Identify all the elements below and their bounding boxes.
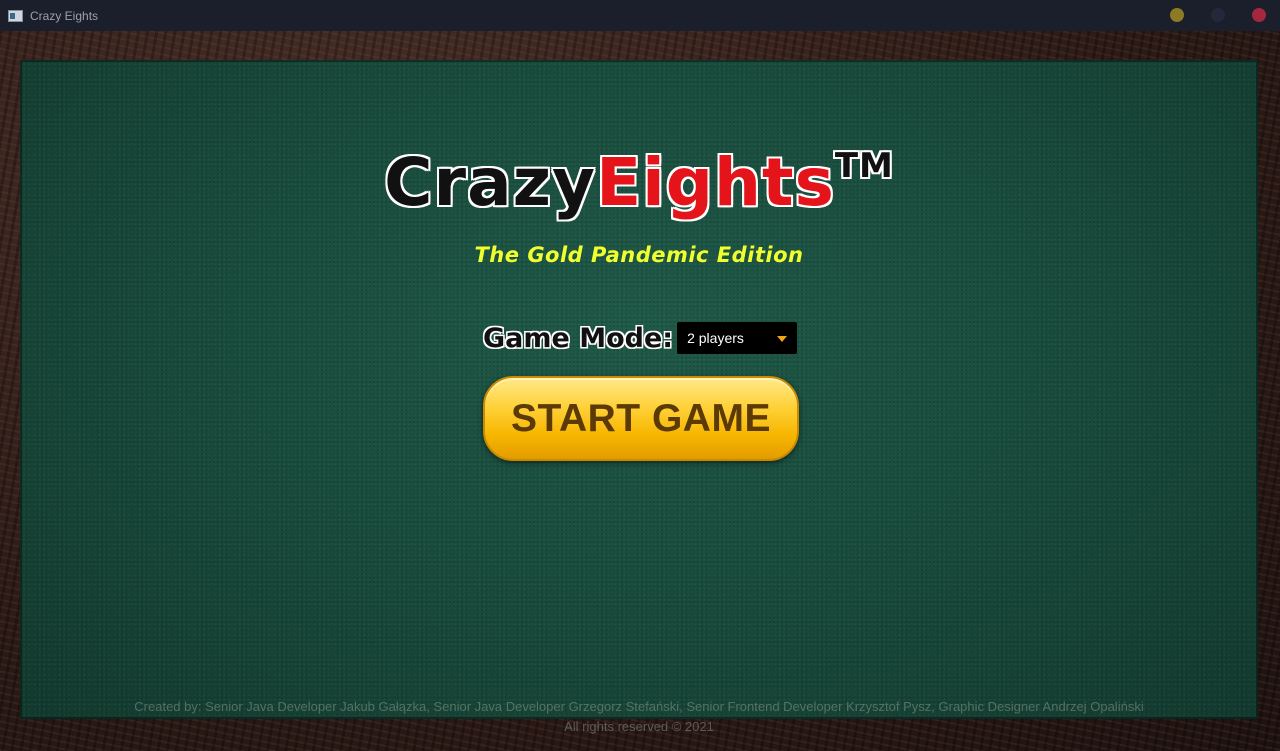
green-felt-table: CrazyEightsTM The Gold Pandemic Edition … [20, 60, 1258, 734]
trademark-symbol: TM [834, 146, 894, 186]
minimize-button[interactable] [1170, 8, 1184, 22]
edition-subtitle: The Gold Pandemic Edition [474, 243, 804, 267]
credits-text: Created by: Senior Java Developer Jakub … [134, 699, 1144, 714]
window-controls [1170, 8, 1266, 22]
logo-eights-text: Eights [596, 144, 835, 221]
wooden-table-frame: CrazyEightsTM The Gold Pandemic Edition … [0, 31, 1280, 751]
dropdown-caret-icon [777, 336, 788, 342]
maximize-button[interactable] [1211, 8, 1225, 22]
app-window-icon [8, 9, 23, 22]
logo-title: CrazyEightsTM [384, 128, 894, 221]
game-mode-selected-value: 2 players [687, 330, 744, 346]
copyright-text: All rights reserved © 2021 [564, 719, 714, 734]
game-mode-label: Game Mode: [483, 322, 674, 354]
window-titlebar: Crazy Eights [0, 0, 1280, 31]
footer-credits: Created by: Senior Java Developer Jakub … [20, 697, 1258, 737]
close-button[interactable] [1252, 8, 1266, 22]
game-mode-select[interactable]: 2 players [677, 322, 798, 354]
start-game-button[interactable]: START GAME [483, 376, 799, 461]
logo-crazy-text: Crazy [384, 144, 597, 221]
game-mode-row: Game Mode: 2 players [483, 322, 798, 354]
game-logo: CrazyEightsTM [20, 128, 1258, 221]
window-title: Crazy Eights [30, 8, 99, 23]
